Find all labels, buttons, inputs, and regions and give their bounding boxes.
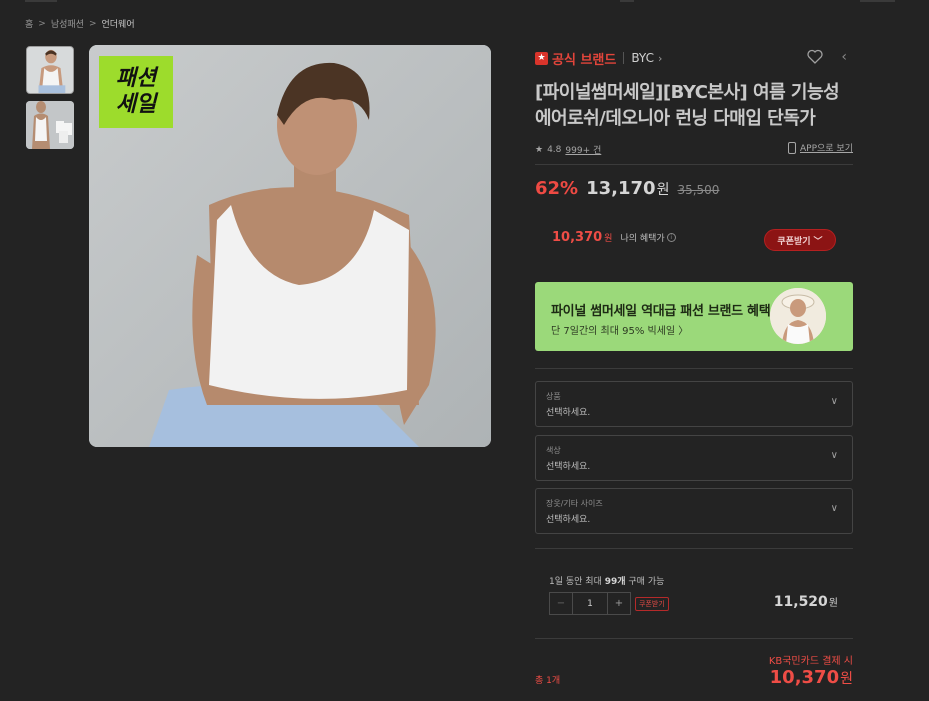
rating[interactable]: ★ 4.8 999+ 건	[535, 143, 601, 157]
breadcrumb-current[interactable]: 언더웨어	[102, 17, 135, 30]
breadcrumb: 홈 > 남성패션 > 언더웨어	[25, 17, 135, 31]
quantity-decrease-button[interactable]: −	[550, 593, 573, 614]
total-price: 10,370원	[770, 667, 853, 688]
sale-price: 13,170원	[586, 178, 669, 199]
price-row: 62% 13,170원 35,500	[535, 178, 719, 199]
chevron-down-icon: ﹀	[813, 236, 823, 247]
star-icon: ★	[535, 144, 544, 155]
sale-badge-line1: 패션	[115, 66, 157, 91]
brand-row: ★ 공식 브랜드 BYC › ‹	[535, 48, 853, 68]
option-select-color[interactable]: 색상 선택하세요. ∨	[535, 435, 853, 481]
breadcrumb-separator: >	[88, 18, 97, 29]
card-payment-note: KB국민카드 결제 시	[768, 656, 853, 667]
rating-value: 4.8	[547, 144, 562, 155]
breadcrumb-separator: >	[38, 18, 46, 29]
thumbnail-model-image	[27, 47, 73, 93]
official-star-icon: ★	[535, 51, 548, 65]
sale-badge: 패션 세일	[99, 56, 173, 128]
divider	[535, 164, 853, 165]
breadcrumb-category[interactable]: 남성패션	[51, 17, 84, 30]
option-label: 색상	[546, 446, 561, 455]
heart-icon[interactable]	[807, 49, 823, 68]
thumbnail-1[interactable]	[26, 46, 74, 94]
thumbnail-product-image	[26, 101, 74, 149]
sale-badge-line2: 세일	[115, 92, 157, 117]
quantity-increase-button[interactable]: +	[607, 593, 630, 614]
total-count-label: 총 1개	[535, 676, 561, 686]
sale-price-value: 13,170	[586, 178, 656, 199]
chevron-down-icon: ∨	[830, 450, 838, 461]
promo-banner[interactable]: 파이널 썸머세일 역대급 패션 브랜드 혜택 단 7일간의 최대 95% 빅세일…	[535, 282, 853, 351]
discount-rate: 62%	[535, 178, 579, 199]
share-icon[interactable]: ‹	[841, 49, 847, 65]
chevron-down-icon: ∨	[830, 396, 838, 407]
option-value: 선택하세요.	[546, 515, 591, 525]
line-price-value: 11,520	[773, 594, 828, 610]
benefit-price-row: 10,370 원 나의 혜택가 i 쿠폰받기 ﹀	[552, 229, 836, 251]
promo-model-avatar	[770, 288, 826, 344]
total-price-value: 10,370	[769, 667, 840, 688]
chevron-right-icon: ›	[657, 51, 663, 65]
limit-text: 1일 동안 최대	[549, 577, 605, 587]
option-value: 선택하세요.	[546, 408, 591, 418]
original-price: 35,500	[677, 183, 720, 197]
quantity-value[interactable]: 1	[573, 593, 607, 614]
brand-divider	[623, 52, 625, 64]
benefit-label: 나의 혜택가	[620, 234, 665, 244]
chevron-down-icon: ∨	[830, 503, 838, 514]
divider	[535, 368, 853, 369]
coupon-button-label: 쿠폰받기	[777, 236, 811, 247]
option-label: 상품	[546, 392, 561, 401]
product-main-image[interactable]: 패션 세일	[89, 45, 491, 447]
benefit-price: 10,370	[552, 230, 603, 245]
official-brand-label: 공식 브랜드	[552, 52, 617, 68]
top-strip	[0, 0, 929, 4]
sale-price-unit: 원	[656, 182, 670, 198]
divider	[535, 638, 853, 639]
review-count-link[interactable]: 999+ 건	[565, 143, 601, 156]
app-view-link[interactable]: APP으로 보기	[788, 141, 853, 154]
coupon-download-button[interactable]: 쿠폰받기 ﹀	[764, 229, 836, 251]
promo-title: 파이널 썸머세일 역대급 패션 브랜드 혜택	[551, 304, 771, 319]
purchase-limit-text: 1일 동안 최대 99개 구매 가능	[549, 574, 664, 587]
option-select-size[interactable]: 장옷/기타 사이즈 선택하세요. ∨	[535, 488, 853, 534]
breadcrumb-home[interactable]: 홈	[25, 17, 33, 30]
limit-count: 99개	[604, 577, 626, 587]
option-label: 장옷/기타 사이즈	[546, 499, 603, 508]
brand-name-link[interactable]: BYC	[631, 51, 654, 65]
line-price-unit: 원	[828, 598, 838, 609]
limit-text: 구매 가능	[625, 577, 665, 587]
phone-icon	[788, 141, 796, 154]
line-item-price: 11,520원	[774, 594, 838, 610]
benefit-price-unit: 원	[604, 234, 613, 244]
thumbnail-2[interactable]	[26, 101, 74, 149]
app-view-label: APP으로 보기	[800, 144, 853, 154]
quantity-stepper: − 1 +	[549, 592, 631, 615]
option-value: 선택하세요.	[546, 462, 591, 472]
info-icon[interactable]: i	[666, 233, 676, 242]
divider	[535, 548, 853, 549]
coupon-tag-button[interactable]: 쿠폰받기	[635, 597, 669, 611]
option-select-product[interactable]: 상품 선택하세요. ∨	[535, 381, 853, 427]
promo-subtitle: 단 7일간의 최대 95% 빅세일 〉	[551, 326, 689, 337]
product-title: [파이널썸머세일][BYC본사] 여름 기능성 에어로쉬/데오니아 런닝 다매입…	[535, 82, 840, 129]
total-price-unit: 원	[840, 671, 853, 687]
